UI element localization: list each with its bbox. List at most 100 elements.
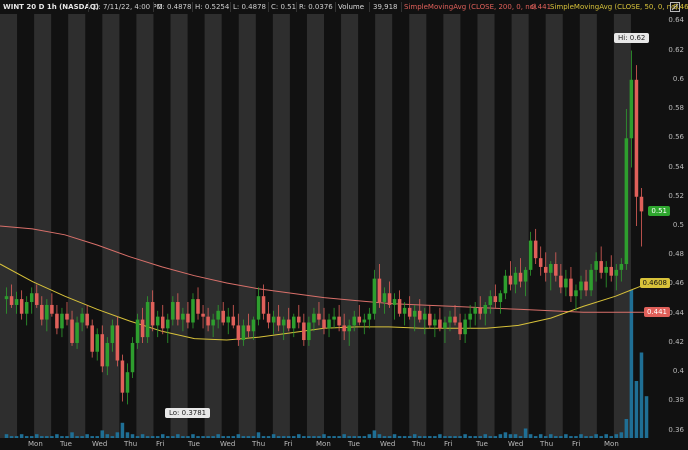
candle[interactable] — [120, 354, 125, 402]
volume-bar — [125, 432, 130, 438]
sma50-label[interactable]: SimpleMovingAvg (CLOSE, 50, 0, no) — [550, 0, 678, 14]
candle-body — [115, 325, 120, 361]
price-tick-label: 0.52 — [668, 191, 684, 200]
candle[interactable] — [201, 304, 205, 329]
volume-bar — [24, 436, 29, 438]
candle-body — [125, 372, 130, 393]
candle[interactable] — [155, 310, 160, 338]
candle-body — [417, 310, 422, 320]
candle[interactable] — [327, 313, 331, 338]
candle[interactable] — [231, 304, 236, 329]
volume-bar — [569, 436, 573, 438]
candle[interactable] — [125, 363, 130, 405]
candle[interactable] — [569, 266, 573, 303]
candle[interactable] — [60, 307, 64, 338]
candle[interactable] — [428, 304, 432, 329]
candle[interactable] — [191, 293, 195, 329]
candle[interactable] — [166, 313, 170, 343]
candle-body — [246, 325, 251, 332]
session-band — [545, 14, 563, 438]
volume-bar — [246, 436, 251, 438]
candle[interactable] — [256, 287, 261, 326]
close-value: C: 0.51 — [271, 3, 297, 11]
volume-label[interactable]: Volume — [338, 0, 364, 14]
time-tick-label: Fri — [444, 440, 453, 448]
volume-bar — [624, 419, 629, 438]
candle[interactable] — [196, 287, 200, 320]
candle[interactable] — [609, 255, 614, 282]
candle[interactable] — [226, 307, 231, 335]
volume-bar — [231, 436, 236, 438]
candle-body — [473, 307, 477, 314]
candle[interactable] — [639, 187, 644, 247]
candle-body — [438, 319, 442, 329]
candle[interactable] — [564, 269, 568, 297]
candle[interactable] — [438, 307, 442, 332]
candle[interactable] — [402, 302, 407, 326]
candle[interactable] — [538, 246, 543, 276]
candle[interactable] — [503, 269, 508, 300]
session-band — [170, 14, 188, 438]
volume-bar — [302, 436, 306, 438]
candle[interactable] — [362, 313, 367, 335]
candle[interactable] — [266, 302, 271, 329]
candle[interactable] — [160, 304, 165, 335]
candle[interactable] — [332, 307, 336, 329]
volume-bar — [337, 436, 341, 438]
candle[interactable] — [130, 337, 135, 379]
candle[interactable] — [297, 304, 301, 329]
candle-body — [231, 316, 236, 326]
candle[interactable] — [24, 296, 29, 326]
candle[interactable] — [634, 65, 639, 226]
time-tick-label: Mon — [604, 440, 619, 448]
price-chart[interactable] — [0, 0, 688, 450]
volume-bar — [377, 434, 382, 438]
price-tick-label: 0.42 — [668, 337, 684, 346]
expand-icon[interactable] — [670, 2, 680, 12]
price-tick-label: 0.36 — [668, 425, 684, 434]
candle[interactable] — [292, 313, 296, 338]
candle[interactable] — [604, 261, 608, 288]
candle-body — [357, 316, 362, 323]
volume-bar — [523, 428, 528, 438]
price-tick-label: 0.58 — [668, 104, 684, 113]
sma200-label[interactable]: SimpleMovingAvg (CLOSE, 200, 0, no) — [404, 0, 537, 14]
candle[interactable] — [85, 304, 89, 329]
candle[interactable] — [367, 307, 372, 329]
candle[interactable] — [221, 302, 225, 326]
candle[interactable] — [533, 228, 538, 265]
candle-body — [221, 310, 225, 323]
candle-body — [40, 304, 44, 320]
candle-body — [634, 79, 639, 197]
candle[interactable] — [599, 246, 603, 279]
candle[interactable] — [463, 313, 467, 343]
volume-bar — [4, 434, 9, 438]
range-value: R: 0.0376 — [299, 3, 333, 11]
candle[interactable] — [433, 313, 437, 338]
candle[interactable] — [55, 304, 59, 335]
candle-body — [458, 322, 462, 335]
candle[interactable] — [468, 304, 472, 329]
volume-bar — [241, 436, 246, 438]
volume-bar — [45, 436, 49, 438]
volume-bar — [292, 436, 296, 438]
candle[interactable] — [95, 328, 99, 361]
candle-body — [281, 319, 286, 326]
candle-body — [533, 240, 538, 259]
candle[interactable] — [498, 290, 503, 314]
candle-body — [433, 319, 437, 326]
candle[interactable] — [574, 284, 578, 311]
candle[interactable] — [19, 290, 24, 320]
symbol-label[interactable]: WINT 20 D 1h (NASDAQ) — [3, 0, 99, 14]
candle-body — [9, 296, 14, 305]
candle[interactable] — [397, 290, 402, 317]
volume-bar — [327, 436, 331, 438]
candle[interactable] — [90, 319, 94, 358]
candle[interactable] — [145, 296, 150, 343]
candle[interactable] — [29, 287, 34, 314]
volume-bar — [493, 436, 498, 438]
candle[interactable] — [392, 293, 397, 320]
candle[interactable] — [302, 313, 306, 346]
candle[interactable] — [528, 231, 533, 276]
candle[interactable] — [473, 302, 477, 326]
